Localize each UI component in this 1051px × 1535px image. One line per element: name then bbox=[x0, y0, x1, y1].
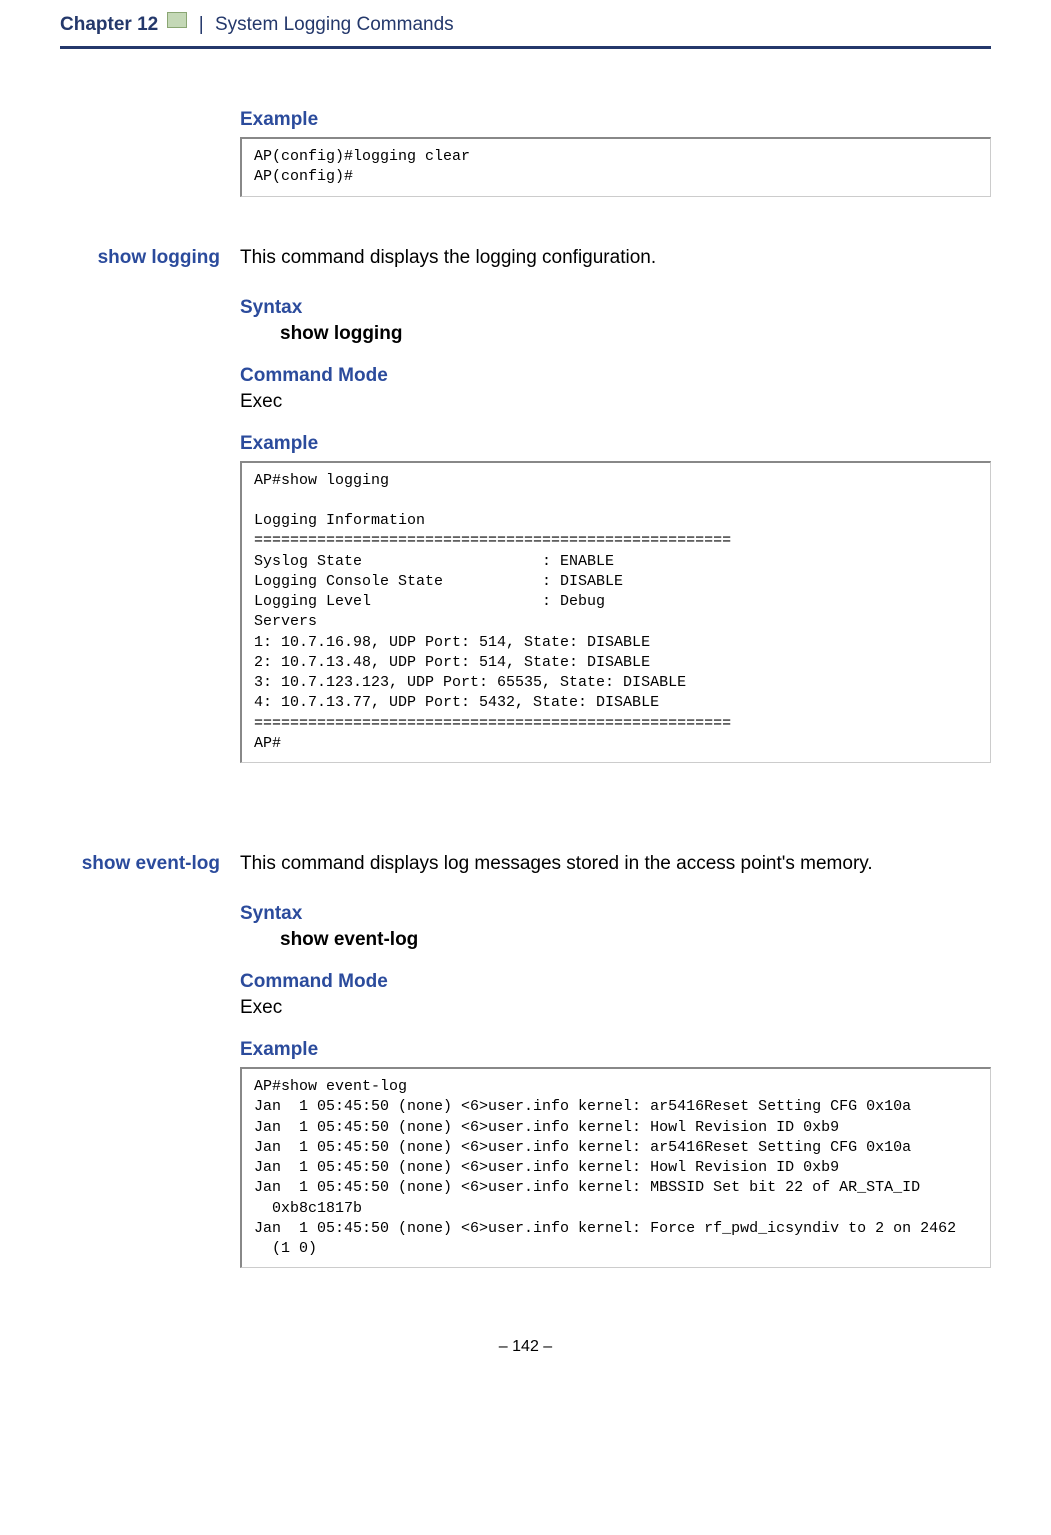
section-show-event-log: show event-log This command displays log… bbox=[240, 853, 991, 1278]
code-block-show-event-log: AP#show event-log Jan 1 05:45:50 (none) … bbox=[240, 1067, 991, 1268]
content-area: Example AP(config)#logging clear AP(conf… bbox=[240, 109, 991, 1278]
side-label-show-event-log: show event-log bbox=[60, 853, 240, 1278]
command-mode-value: Exec bbox=[240, 391, 991, 413]
side-label-show-logging: show logging bbox=[60, 247, 240, 804]
code-block-logging-clear: AP(config)#logging clear AP(config)# bbox=[240, 137, 991, 197]
section-body: This command displays the logging config… bbox=[240, 247, 991, 804]
chapter-label: Chapter 12 bbox=[60, 14, 158, 35]
syntax-command: show event-log bbox=[280, 929, 991, 951]
command-mode-value: Exec bbox=[240, 997, 991, 1019]
command-mode-heading: Command Mode bbox=[240, 971, 991, 993]
command-description: This command displays the logging config… bbox=[240, 247, 991, 269]
command-description: This command displays log messages store… bbox=[240, 853, 991, 875]
page-number: – 142 – bbox=[499, 1338, 552, 1355]
header-rule bbox=[60, 46, 991, 49]
header-separator: | bbox=[199, 14, 204, 35]
example-heading: Example bbox=[240, 1039, 991, 1061]
page-footer: – 142 – bbox=[60, 1338, 991, 1356]
syntax-heading: Syntax bbox=[240, 297, 991, 319]
syntax-command: show logging bbox=[280, 323, 991, 345]
page-header: Chapter 12 | System Logging Commands bbox=[60, 0, 991, 42]
header-tab-icon bbox=[167, 12, 187, 28]
syntax-heading: Syntax bbox=[240, 903, 991, 925]
command-mode-heading: Command Mode bbox=[240, 365, 991, 387]
section-body: This command displays log messages store… bbox=[240, 853, 991, 1278]
section-show-logging: show logging This command displays the l… bbox=[240, 247, 991, 804]
code-block-show-logging: AP#show logging Logging Information ====… bbox=[240, 461, 991, 764]
example-heading: Example bbox=[240, 433, 991, 455]
section-logging-clear: Example AP(config)#logging clear AP(conf… bbox=[240, 109, 991, 197]
page: Chapter 12 | System Logging Commands Exa… bbox=[0, 0, 1051, 1396]
chapter-title: System Logging Commands bbox=[215, 14, 454, 35]
example-heading: Example bbox=[240, 109, 991, 131]
